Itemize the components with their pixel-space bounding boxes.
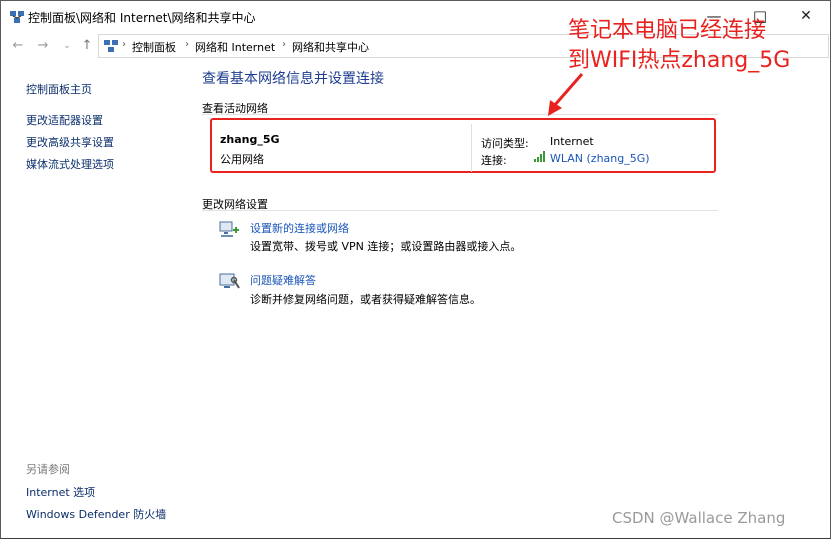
- connection-label: 连接:: [481, 154, 507, 167]
- access-type-label: 访问类型:: [481, 137, 529, 150]
- up-arrow-icon[interactable]: ↑: [79, 38, 95, 54]
- watermark: CSDN @Wallace Zhang: [612, 509, 786, 527]
- forward-arrow-icon[interactable]: →: [35, 38, 51, 54]
- recent-locations-chevron-icon[interactable]: ⌄: [59, 38, 75, 54]
- control-panel-icon: [104, 40, 118, 52]
- close-button[interactable]: ✕: [783, 1, 829, 31]
- see-also-internet-options[interactable]: Internet 选项: [26, 484, 95, 500]
- window-frame: [0, 0, 831, 539]
- wlan-connection-link[interactable]: WLAN (zhang_5G): [550, 152, 650, 165]
- breadcrumb-separator: ›: [122, 39, 126, 50]
- network-divider: [471, 124, 472, 172]
- breadcrumb-network-internet[interactable]: 网络和 Internet: [195, 39, 275, 55]
- troubleshoot-desc: 诊断并修复网络问题，或者获得疑难解答信息。: [250, 293, 481, 306]
- section-divider: [202, 114, 718, 115]
- sidebar-item-media-streaming[interactable]: 媒体流式处理选项: [26, 156, 114, 172]
- sidebar-item-advanced-sharing[interactable]: 更改高级共享设置: [26, 134, 114, 150]
- breadcrumb-sharing-center[interactable]: 网络和共享中心: [292, 39, 369, 55]
- setup-new-connection-desc: 设置宽带、拨号或 VPN 连接；或设置路由器或接入点。: [250, 240, 522, 253]
- annotation-arrow: [548, 73, 584, 116]
- network-name: zhang_5G: [220, 133, 280, 146]
- breadcrumb-separator: ›: [282, 39, 286, 50]
- see-also-heading: 另请参阅: [26, 463, 70, 476]
- window-title: 控制面板\网络和 Internet\网络和共享中心: [28, 11, 256, 25]
- setup-new-connection-link[interactable]: 设置新的连接或网络: [250, 220, 349, 236]
- breadcrumb-separator: ›: [185, 39, 189, 50]
- network-center-icon: [10, 11, 24, 23]
- annotation-line-1: 笔记本电脑已经连接: [568, 18, 767, 43]
- troubleshoot-icon: [219, 273, 240, 289]
- troubleshoot-link[interactable]: 问题疑难解答: [250, 272, 316, 288]
- access-type-value: Internet: [550, 135, 594, 148]
- new-connection-icon: [219, 221, 239, 237]
- section-divider: [202, 210, 718, 211]
- back-arrow-icon[interactable]: ←: [10, 38, 26, 54]
- annotation-line-2: 到WIFI热点zhang_5G: [568, 48, 791, 73]
- see-also-firewall[interactable]: Windows Defender 防火墙: [26, 506, 166, 522]
- network-category: 公用网络: [220, 153, 264, 166]
- wifi-signal-icon: [534, 151, 545, 162]
- breadcrumb-control-panel[interactable]: 控制面板: [132, 39, 176, 55]
- page-title: 查看基本网络信息并设置连接: [202, 71, 384, 87]
- sidebar-item-adapter-settings[interactable]: 更改适配器设置: [26, 112, 103, 128]
- sidebar-item-control-panel-home[interactable]: 控制面板主页: [26, 81, 92, 97]
